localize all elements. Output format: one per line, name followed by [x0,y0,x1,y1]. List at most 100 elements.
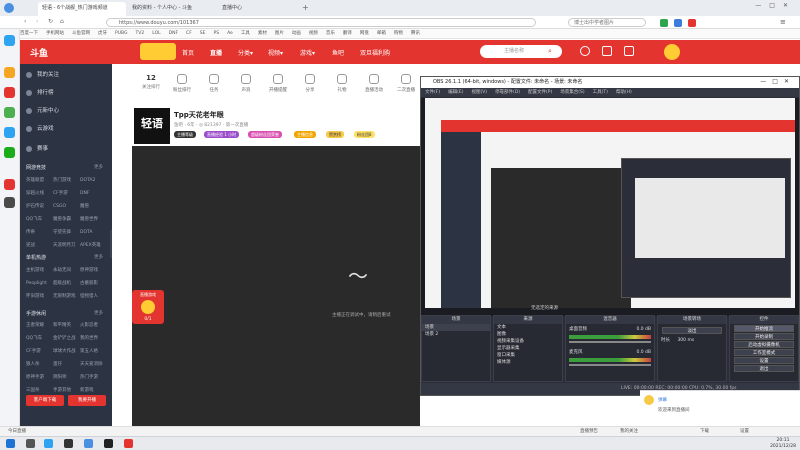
sidebar-category-link[interactable]: 魔兽世界 [80,216,107,222]
sidebar-category-link[interactable]: 逆战 [26,242,53,248]
nav-category[interactable]: 分类▾ [238,48,253,57]
start-streaming-button[interactable]: 开始推流 [734,325,794,332]
bookmark-item[interactable]: 虎牙 [98,31,107,36]
bookmark-item[interactable]: CF [186,31,192,36]
start-recording-button[interactable]: 开始录制 [734,333,794,340]
sidebar-category-link[interactable]: 穿越火线 [26,190,53,196]
bookmark-item[interactable]: 动画 [292,31,301,36]
sidebar-group-more[interactable]: 更多 [94,254,103,260]
sidebar-category-link[interactable]: 怀旧游戏 [26,293,53,299]
bookmark-item[interactable]: PUBG [115,31,128,36]
tag[interactable]: 直播经验 1 小时 [204,131,240,138]
bookmark-item[interactable]: 邮箱 [377,31,386,36]
nav-home[interactable]: 首页 [182,48,194,57]
side-app-icon[interactable] [4,87,15,98]
sidebar-item-follow[interactable]: 我的关注 [26,70,59,78]
start-live-button[interactable]: 我要开播 [68,395,106,406]
close-icon[interactable]: ✕ [783,2,796,9]
bookmark-item[interactable]: 购物 [394,31,403,36]
maximize-icon[interactable]: □ [772,78,784,85]
side-app-icon[interactable] [4,35,15,46]
download-icon[interactable] [624,46,634,56]
obs-menu-item[interactable]: 文件(F) [425,90,440,95]
source-item[interactable]: 视频采集设备 [494,338,562,345]
toolbar-activity[interactable]: 直播活动 [362,74,386,93]
sidebar-category-link[interactable]: DNF [80,191,107,196]
toolbar-fans-rank[interactable]: 粉丝排行 [170,74,194,93]
obs-menu-item[interactable]: 工具(T) [593,90,608,95]
toolbar-reminder[interactable]: 开播提醒 [266,74,290,93]
avatar[interactable] [664,44,680,60]
source-item[interactable]: 媒体源 [494,359,562,366]
bookmark-item[interactable]: 图片 [275,31,284,36]
tag[interactable]: 超级粉丝团荣誉 [248,131,282,138]
source-item[interactable]: 图像 [494,331,562,338]
sidebar-category-link[interactable]: 三国杀 [26,387,53,393]
sidebar-category-link[interactable]: 热门手游 [80,374,107,380]
source-item[interactable]: 文本 [494,324,562,331]
extension-icon[interactable] [688,19,696,27]
back-icon[interactable]: ‹ [24,18,26,25]
bookmark-item[interactable]: 视频 [309,31,318,36]
follow-counter[interactable]: 12 关注排行 [140,74,162,90]
toolbar-sound[interactable]: 声浪 [234,74,258,93]
bookmark-item[interactable]: 斗鱼官网 [72,31,90,36]
taskbar-app-icon[interactable] [124,439,133,448]
sidebar-category-link[interactable]: 球球大作战 [53,348,80,354]
obs-menu-item[interactable]: 帮助(H) [616,90,632,95]
obs-menu-item[interactable]: 场景集合(S) [560,90,584,95]
source-item[interactable]: 显示器采集 [494,345,562,352]
taskbar-app-icon[interactable] [64,439,73,448]
bookmark-item[interactable]: TV2 [136,31,145,36]
forward-icon[interactable]: › [36,18,38,25]
tag[interactable]: 粉丝团8 [354,131,375,138]
taskbar-clock[interactable]: 20:11 2021/12/28 [770,438,796,450]
side-app-icon[interactable] [4,67,15,78]
sidebar-category-link[interactable]: CSGO [53,204,80,209]
bookmark-item[interactable]: 工具 [241,31,250,36]
studio-mode-button[interactable]: 工作室模式 [734,349,794,356]
douyu-logo[interactable]: 斗鱼 [30,46,48,59]
tab-douyu-room[interactable]: 轻语 - 6个战舰_热门游戏频道 [38,2,126,16]
sidebar-category-link[interactable]: CF手游 [53,190,80,196]
client-download-button[interactable]: 客户端下载 [26,395,64,406]
browser-logo-icon[interactable] [4,3,14,13]
video-player[interactable]: 〜 主播正在调试中，请稍后重试 [132,146,420,426]
source-item[interactable]: 窗口采集 [494,352,562,359]
sidebar-category-link[interactable]: 古墓丽影 [80,280,107,286]
sidebar-category-link[interactable]: QQ飞车 [26,216,53,222]
bookmark-item[interactable]: 腾讯 [411,31,420,36]
sidebar-category-link[interactable]: 无限制游戏 [53,293,80,299]
sidebar-category-link[interactable]: 王者荣耀 [26,322,53,328]
sidebar-category-link[interactable]: CF手游 [26,348,53,354]
sidebar-category-link[interactable]: 魔兽争霸 [53,216,80,222]
minimize-icon[interactable]: — [755,2,769,9]
sidebar-category-link[interactable]: 狼人杀 [26,361,53,367]
sidebar-category-link[interactable]: 守望先锋 [53,229,80,235]
sidebar-item-esports[interactable]: 赛事 [26,144,48,152]
sidebar-category-link[interactable]: 炉石传说 [26,203,53,209]
maximize-icon[interactable]: □ [769,2,783,9]
obs-menu-item[interactable]: 视图(V) [471,90,487,95]
sidebar-category-link[interactable]: 金铲铲之战 [53,335,80,341]
scene-item[interactable]: 场景 2 [422,331,490,338]
obs-preview[interactable] [421,98,799,316]
follow-icon[interactable] [602,46,612,56]
bookmark-item[interactable]: PS [213,31,219,36]
sidebar-category-link[interactable]: 热门游戏 [53,177,80,183]
bookmark-item[interactable]: Ae [227,31,233,36]
bookmark-item[interactable]: LOL [152,31,160,36]
url-input[interactable]: https://www.douyu.com/101367 [106,18,536,27]
nav-live[interactable]: 直播 [210,48,222,57]
side-app-icon[interactable] [4,127,15,138]
bookmark-item[interactable]: 翻译 [343,31,352,36]
bookmark-item[interactable]: SE [200,31,206,36]
corner-badge[interactable]: 直播游戏 0/1 [132,290,164,324]
sidebar-category-link[interactable]: 原神游戏 [80,267,107,273]
side-app-icon[interactable] [4,107,15,118]
nav-video[interactable]: 视频▾ [268,48,283,57]
sidebar-item-cloudgame[interactable]: 云游戏 [26,124,54,132]
sidebar-group-more[interactable]: 更多 [94,164,103,170]
taskbar-app-icon[interactable] [44,439,53,448]
browser-search-input[interactable]: 博士出中学者图片 [568,18,646,27]
